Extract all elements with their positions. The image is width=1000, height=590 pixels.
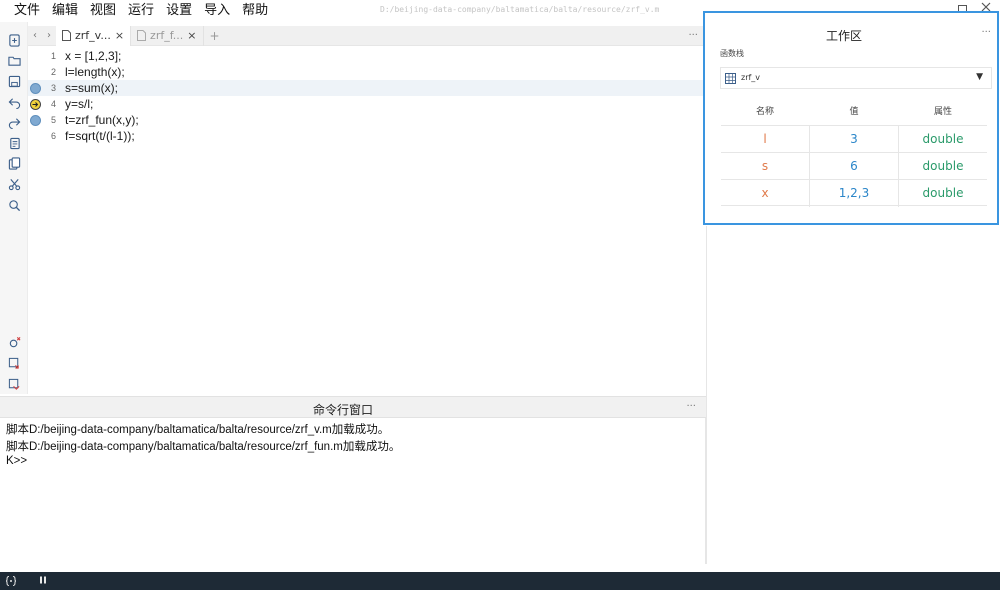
menu-edit[interactable]: 编辑 bbox=[46, 0, 84, 22]
menu-view[interactable]: 视图 bbox=[84, 0, 122, 22]
tab-zrf-fun[interactable]: zrf_f... × bbox=[131, 25, 204, 46]
variable-name: x bbox=[761, 186, 769, 200]
tab-close-icon[interactable]: × bbox=[115, 29, 124, 42]
table-row[interactable]: l 3 double bbox=[721, 125, 987, 153]
code-text: s=sum(x); bbox=[65, 81, 119, 95]
column-header-name[interactable]: 名称 bbox=[721, 104, 809, 117]
code-text: t=zrf_fun(x,y); bbox=[65, 113, 139, 127]
tab-label: zrf_v... bbox=[75, 29, 111, 42]
clear-breakpoints-icon[interactable] bbox=[6, 334, 22, 350]
variable-name: s bbox=[761, 159, 769, 173]
line-number: 3 bbox=[50, 83, 56, 93]
code-editor[interactable]: 1 x = [1,2,3]; 2 l=length(x); 3 s=sum(x)… bbox=[28, 46, 704, 394]
code-line[interactable]: 3 s=sum(x); bbox=[28, 80, 704, 96]
function-stack-select[interactable]: zrf_v ▼ bbox=[720, 67, 992, 89]
variable-name: l bbox=[763, 132, 767, 146]
cut-icon[interactable] bbox=[6, 176, 22, 192]
breakpoint-icon[interactable] bbox=[30, 114, 41, 126]
tab-prev-icon[interactable]: ‹ bbox=[28, 30, 42, 41]
paste-icon[interactable] bbox=[6, 155, 22, 171]
redo-icon[interactable] bbox=[6, 114, 22, 130]
window-title-path: D:/beijing-data-company/baltamatica/balt… bbox=[380, 5, 660, 14]
editor-more-icon[interactable]: ··· bbox=[688, 30, 698, 41]
pause-icon[interactable] bbox=[38, 575, 48, 588]
undo-icon[interactable] bbox=[6, 94, 22, 110]
debug-status-icon[interactable] bbox=[5, 575, 17, 590]
menu-help[interactable]: 帮助 bbox=[236, 0, 274, 22]
command-output-line: 脚本D:/beijing-data-company/baltamatica/ba… bbox=[6, 441, 401, 453]
command-output-line: 脚本D:/beijing-data-company/baltamatica/ba… bbox=[6, 424, 390, 436]
copy-icon[interactable] bbox=[6, 135, 22, 151]
new-file-icon[interactable] bbox=[6, 32, 22, 48]
code-text: l=length(x); bbox=[65, 65, 125, 79]
variable-attr: double bbox=[922, 186, 964, 200]
tab-label: zrf_f... bbox=[150, 29, 184, 42]
code-text: x = [1,2,3]; bbox=[65, 49, 122, 63]
open-folder-icon[interactable] bbox=[6, 52, 22, 68]
tab-zrf-v[interactable]: zrf_v... × bbox=[56, 25, 132, 46]
code-text: f=sqrt(t/(l-1)); bbox=[65, 129, 135, 143]
line-number: 4 bbox=[50, 99, 56, 109]
save-icon[interactable] bbox=[6, 73, 22, 89]
code-text: y=s/l; bbox=[65, 97, 94, 111]
command-window-title: 命令行窗口 bbox=[312, 403, 373, 417]
line-number: 5 bbox=[50, 115, 56, 125]
code-line[interactable]: 6 f=sqrt(t/(l-1)); bbox=[28, 128, 704, 144]
code-line[interactable]: 2 l=length(x); bbox=[28, 64, 704, 80]
column-header-value[interactable]: 值 bbox=[810, 104, 898, 117]
variable-value: 6 bbox=[850, 159, 858, 173]
workspace-more-icon[interactable]: ··· bbox=[981, 27, 991, 38]
step-out-icon[interactable] bbox=[6, 376, 22, 392]
command-window-header: 命令行窗口 ··· bbox=[0, 396, 706, 418]
tab-close-icon[interactable]: × bbox=[187, 29, 196, 42]
menu-settings[interactable]: 设置 bbox=[160, 0, 198, 22]
tab-next-icon[interactable]: › bbox=[42, 30, 56, 41]
command-window[interactable]: 脚本D:/beijing-data-company/baltamatica/ba… bbox=[0, 418, 706, 564]
line-number: 1 bbox=[50, 51, 56, 61]
variable-attr: double bbox=[922, 132, 964, 146]
file-icon bbox=[137, 30, 147, 41]
workspace-panel: 工作区 ··· 函数栈 zrf_v ▼ 名称 值 属性 l 3 double s… bbox=[703, 11, 999, 225]
table-row[interactable]: x 1,2,3 double bbox=[721, 179, 987, 207]
command-window-more-icon[interactable]: ··· bbox=[686, 401, 696, 412]
table-icon bbox=[725, 73, 736, 84]
command-prompt[interactable]: K>> bbox=[6, 455, 27, 467]
left-toolbar bbox=[0, 22, 28, 394]
find-icon[interactable] bbox=[6, 197, 22, 213]
code-line[interactable]: 5 t=zrf_fun(x,y); bbox=[28, 112, 704, 128]
chevron-down-icon[interactable]: ▼ bbox=[976, 72, 983, 82]
file-icon bbox=[62, 30, 71, 41]
step-in-icon[interactable] bbox=[6, 355, 22, 371]
variable-value: 1,2,3 bbox=[838, 186, 870, 200]
status-bar bbox=[0, 572, 1000, 590]
column-header-attr[interactable]: 属性 bbox=[899, 104, 987, 117]
code-line[interactable]: 4 y=s/l; bbox=[28, 96, 704, 112]
right-panel-empty bbox=[706, 226, 1000, 564]
workspace-title: 工作区 bbox=[825, 29, 862, 43]
menu-file[interactable]: 文件 bbox=[8, 0, 46, 22]
theme-toggle-icon[interactable] bbox=[980, 575, 990, 588]
variable-attr: double bbox=[922, 159, 964, 173]
add-tab-button[interactable]: + bbox=[204, 29, 226, 43]
table-row[interactable]: s 6 double bbox=[721, 152, 987, 180]
function-stack-value: zrf_v bbox=[741, 73, 761, 82]
menu-import[interactable]: 导入 bbox=[198, 0, 236, 22]
execution-pointer-icon bbox=[30, 98, 41, 110]
line-number: 6 bbox=[50, 131, 56, 141]
variable-value: 3 bbox=[850, 132, 858, 146]
function-stack-label: 函数栈 bbox=[720, 49, 744, 58]
line-number: 2 bbox=[50, 67, 56, 77]
breakpoint-icon[interactable] bbox=[30, 82, 41, 94]
code-line[interactable]: 1 x = [1,2,3]; bbox=[28, 48, 704, 64]
menu-run[interactable]: 运行 bbox=[122, 0, 160, 22]
editor-tab-bar: ‹ › zrf_v... × zrf_f... × + ··· bbox=[28, 25, 704, 46]
